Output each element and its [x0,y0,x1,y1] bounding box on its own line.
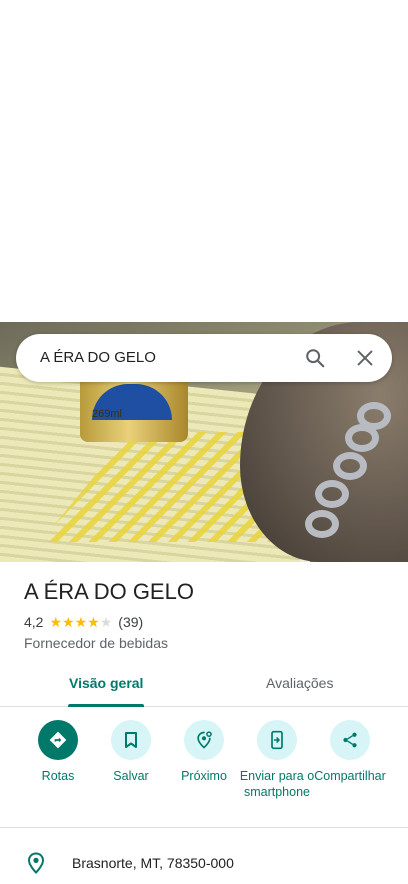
tab-reviews[interactable]: Avaliações [266,675,333,691]
share-button-circle[interactable] [330,720,370,760]
nearby-label[interactable]: Próximo [164,768,244,784]
search-icon[interactable] [304,347,326,369]
save-button-circle[interactable] [111,720,151,760]
share-label[interactable]: Compartilhar [310,768,390,784]
directions-label[interactable]: Rotas [18,768,98,784]
search-bar[interactable]: A ÉRA DO GELO [16,334,392,382]
nearby-icon [197,731,212,749]
tab-bar: Visão geral Avaliações [0,664,408,707]
rating-value: 4,2 [24,614,44,630]
nearby-button-circle[interactable] [184,720,224,760]
tab-overview[interactable]: Visão geral [69,675,143,691]
action-buttons: Rotas Salvar Próximo Enviar para o smart… [0,720,408,826]
save-button[interactable]: Salvar [91,720,171,784]
close-icon[interactable] [354,347,376,369]
star-icon: ★ [87,614,100,630]
place-title: A ÉRA DO GELO [24,579,194,604]
star-icon: ★ [99,614,113,630]
location-pin-icon [27,852,45,874]
directions-button-circle[interactable] [38,720,78,760]
send-to-phone-button-circle[interactable] [257,720,297,760]
bookmark-icon [125,732,137,748]
tab-active-indicator [68,704,144,707]
place-category: Fornecedor de bebidas [24,635,168,651]
send-to-phone-icon [271,730,283,750]
star-icon: ★ [74,614,88,630]
address-row[interactable]: Brasnorte, MT, 78350-000 [0,846,408,880]
rating-row[interactable]: 4,2 ★ ★ ★ ★ ★ (39) [24,614,143,630]
share-button[interactable]: Compartilhar [310,720,390,784]
rating-stars: ★ ★ ★ ★ ★ [49,615,112,629]
address-text[interactable]: Brasnorte, MT, 78350-000 [72,855,234,871]
map-blank-area [0,0,408,322]
save-label[interactable]: Salvar [91,768,171,784]
send-to-phone-button[interactable]: Enviar para o smartphone [237,720,317,800]
star-icon: ★ [62,614,75,630]
chain-link [315,480,349,508]
chain-link [333,452,367,480]
review-count[interactable]: (39) [118,614,143,630]
chain-link [305,510,339,538]
nearby-button[interactable]: Próximo [164,720,244,784]
section-divider [0,827,408,828]
photo-chain [305,402,405,562]
directions-button[interactable]: Rotas [18,720,98,784]
star-icon: ★ [49,614,63,630]
chain-link [345,424,379,452]
directions-icon [49,731,67,749]
search-query[interactable]: A ÉRA DO GELO [40,349,156,366]
photo-can-text: 269ml [92,408,122,420]
send-to-phone-label[interactable]: Enviar para o smartphone [237,768,317,800]
share-icon [343,732,357,748]
